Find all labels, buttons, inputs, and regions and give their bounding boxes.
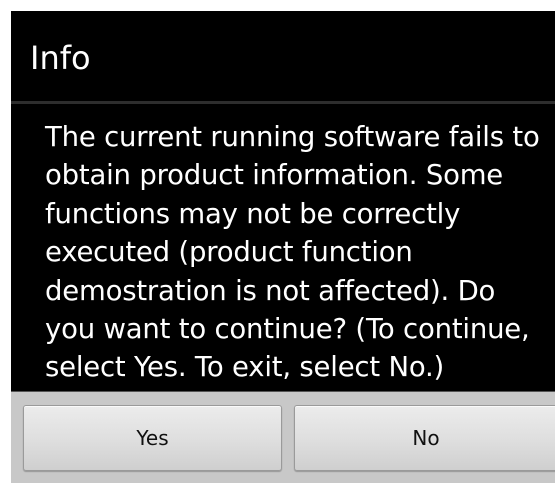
yes-button[interactable]: Yes [23, 405, 282, 471]
message-line: obtain product information. Some [45, 159, 504, 192]
dialog-button-bar: Yes No [11, 391, 555, 483]
dialog-title: Info [30, 39, 91, 77]
dialog-title-bar: Info [11, 11, 555, 102]
message-line: select Yes. To exit, select No.) [45, 351, 445, 384]
no-button[interactable]: No [294, 405, 555, 471]
title-divider [11, 101, 555, 104]
info-dialog: Info The current running software fails … [11, 11, 555, 483]
message-line: functions may not be correctly [45, 197, 461, 230]
message-line: executed (product function [45, 236, 413, 269]
message-line: you want to continue? (To continue, [45, 313, 530, 346]
dialog-message: The current running software fails to ob… [45, 118, 545, 387]
message-line: The current running software fails to [45, 121, 540, 153]
message-line: demostration is not affected). Do [45, 274, 496, 307]
